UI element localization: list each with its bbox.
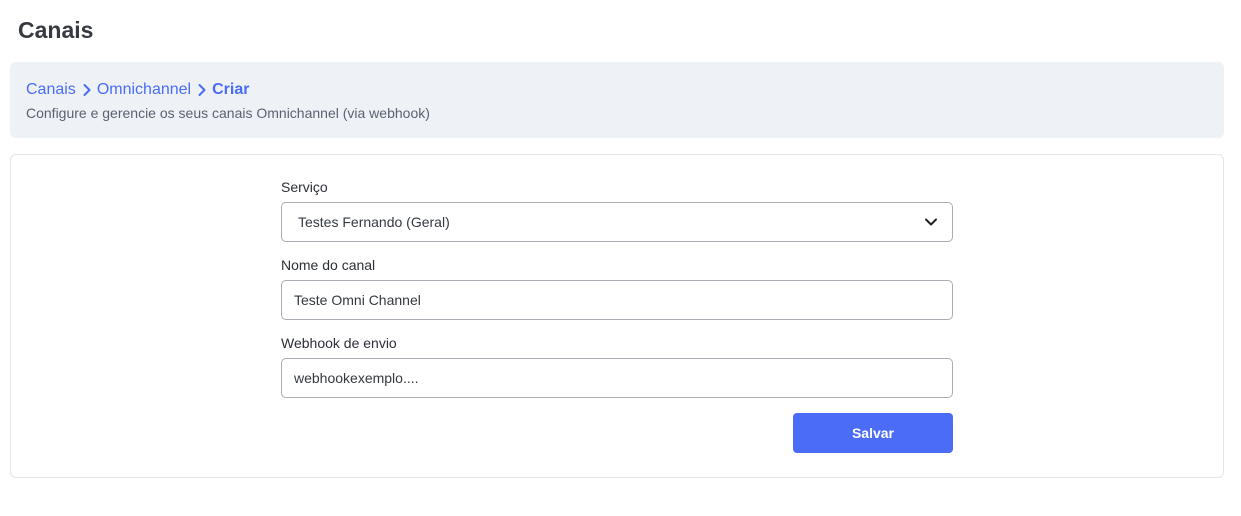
service-label: Serviço [281,179,328,195]
chevron-down-icon [924,203,938,241]
service-selected-value: Testes Fernando (Geral) [298,214,450,230]
breadcrumb-item-omnichannel[interactable]: Omnichannel [97,80,191,100]
chevron-right-icon [195,80,209,100]
page-title: Canais [18,17,94,43]
webhook-input[interactable]: webhookexemplo.... [281,358,953,398]
save-button[interactable]: Salvar [793,413,953,453]
breadcrumb: Canais Omnichannel Criar [26,80,249,100]
channel-name-input[interactable]: Teste Omni Channel [281,280,953,320]
breadcrumb-item-canais[interactable]: Canais [26,80,76,100]
webhook-label: Webhook de envio [281,335,397,351]
page-subtitle: Configure e gerencie os seus canais Omni… [26,105,430,121]
channel-name-label: Nome do canal [281,257,376,273]
page-header-panel: Canais Omnichannel Criar Configure e ger… [10,62,1224,138]
breadcrumb-current: Criar [212,81,250,98]
chevron-right-icon [80,80,94,100]
channel-form-card: Serviço Testes Fernando (Geral) Nome do … [10,154,1224,478]
service-select[interactable]: Testes Fernando (Geral) [281,202,953,242]
